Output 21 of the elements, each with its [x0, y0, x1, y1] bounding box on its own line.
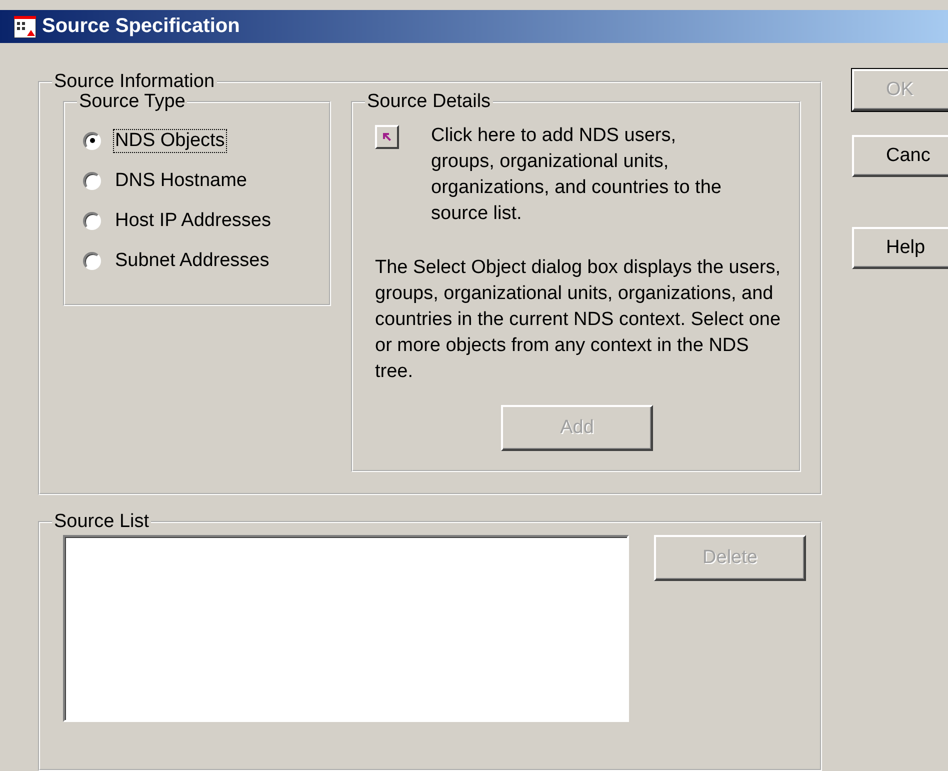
window-title: Source Specification: [42, 15, 240, 38]
group-title: Source Information: [53, 71, 216, 93]
radio-label[interactable]: Subnet Addresses: [113, 248, 272, 272]
group-title: Source Details: [366, 91, 492, 113]
radio-label[interactable]: NDS Objects: [113, 128, 227, 152]
source-list-box[interactable]: [63, 535, 629, 722]
dialog-button[interactable]: Canc: [852, 135, 948, 177]
radio-button[interactable]: [83, 172, 101, 190]
radio-button[interactable]: [83, 212, 101, 230]
radio-label[interactable]: Host IP Addresses: [113, 208, 273, 232]
radio-button[interactable]: [83, 132, 101, 150]
arrow-icon: [381, 131, 393, 143]
radio-button[interactable]: [83, 252, 101, 270]
dialog-button[interactable]: Help: [852, 227, 948, 269]
app-window-icon: [14, 16, 36, 38]
instruction-text: Click here to add NDS users, groups, organizational units, organizations, and countries to the source list.: [431, 124, 722, 226]
radio-label[interactable]: DNS Hostname: [113, 168, 249, 192]
select-object-button[interactable]: [375, 125, 399, 149]
description-text: The Select Object dialog box displays the users, groups, organizational units, organizations, and countries in the current NDS context. Select one or more objects from any context in the NDS tree.: [375, 256, 782, 384]
group-title: Source Type: [78, 91, 186, 113]
group-title: Source List: [53, 511, 150, 533]
